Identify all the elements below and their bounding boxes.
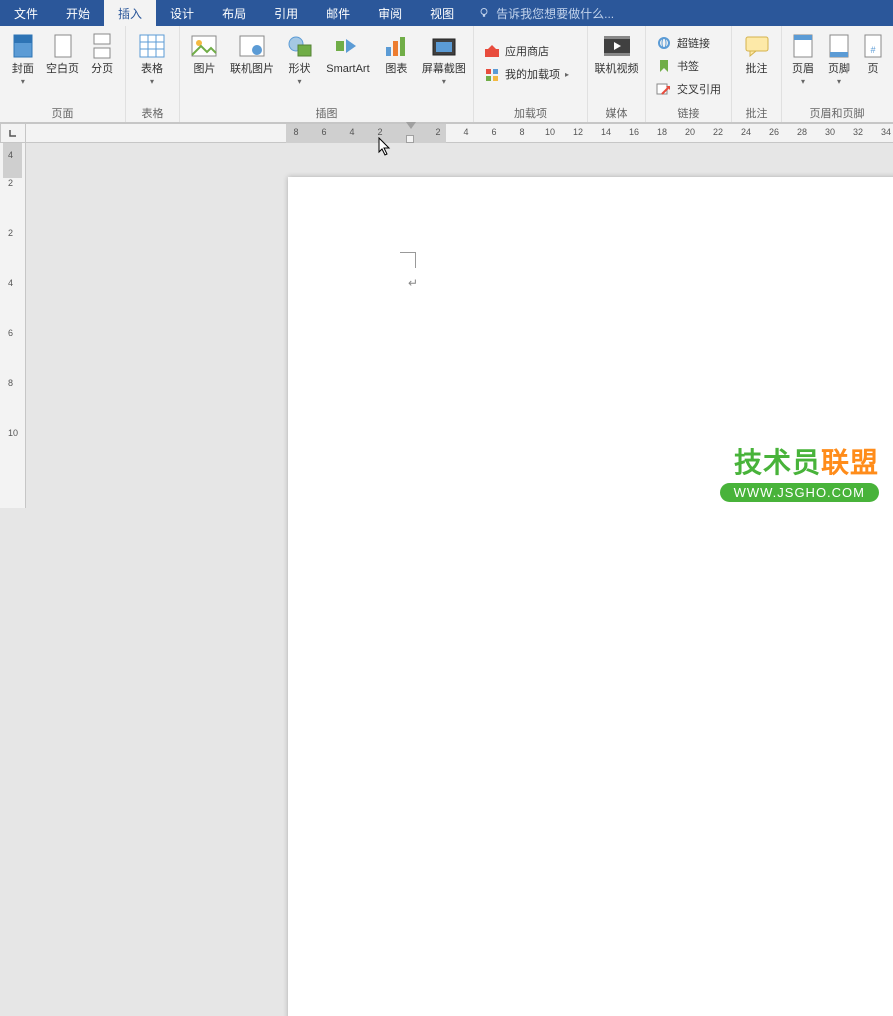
tab-layout[interactable]: 布局 <box>208 0 260 26</box>
hyperlink-icon <box>656 35 672 51</box>
tell-me-placeholder: 告诉我您想要做什么... <box>496 5 614 22</box>
bookmark-button[interactable]: 书签 <box>652 55 725 77</box>
addins-icon <box>484 66 500 82</box>
pictures-icon <box>190 32 218 60</box>
tab-references[interactable]: 引用 <box>260 0 312 26</box>
group-links-label: 链接 <box>646 105 731 122</box>
online-pictures-icon <box>238 32 266 60</box>
tab-review[interactable]: 审阅 <box>364 0 416 26</box>
group-illustrations-label: 插图 <box>180 105 473 122</box>
margin-corner-marker <box>400 252 416 268</box>
tab-design[interactable]: 设计 <box>156 0 208 26</box>
cross-ref-icon <box>656 81 672 97</box>
page-break-button[interactable]: 分页 <box>85 30 119 76</box>
cover-page-button[interactable]: 封面▾ <box>6 30 40 85</box>
screenshot-icon <box>430 32 458 60</box>
ribbon: 封面▾ 空白页 分页 页面 表格▾ 表格 图片 <box>0 26 893 123</box>
page-number-icon: # <box>859 32 887 60</box>
group-tables-label: 表格 <box>126 105 179 122</box>
store-button[interactable]: 应用商店 <box>480 40 573 62</box>
shapes-icon <box>286 32 314 60</box>
table-button[interactable]: 表格▾ <box>132 30 172 85</box>
blank-page-icon <box>49 32 77 60</box>
page-break-icon <box>88 32 116 60</box>
footer-icon <box>825 32 853 60</box>
tab-bar: 文件 开始 插入 设计 布局 引用 邮件 审阅 视图 告诉我您想要做什么... <box>0 0 893 26</box>
video-icon <box>603 32 631 60</box>
chart-button[interactable]: 图表 <box>378 30 415 76</box>
hyperlink-button[interactable]: 超链接 <box>652 32 725 54</box>
tell-me[interactable]: 告诉我您想要做什么... <box>478 0 614 26</box>
online-pictures-button[interactable]: 联机图片 <box>229 30 275 76</box>
comment-icon <box>743 32 771 60</box>
paragraph-mark: ↵ <box>408 276 418 290</box>
tab-home[interactable]: 开始 <box>52 0 104 26</box>
group-media-label: 媒体 <box>588 105 645 122</box>
blank-page-button[interactable]: 空白页 <box>46 30 80 76</box>
cover-page-icon <box>9 32 37 60</box>
header-button[interactable]: 页眉▾ <box>788 30 818 85</box>
comment-button[interactable]: 批注 <box>738 30 775 76</box>
cross-reference-button[interactable]: 交叉引用 <box>652 78 725 100</box>
horizontal-ruler[interactable]: 8642246810121416182022242628303234 <box>26 123 893 143</box>
ruler-corner[interactable] <box>0 123 26 143</box>
table-icon <box>138 32 166 60</box>
screenshot-button[interactable]: 屏幕截图▾ <box>421 30 467 85</box>
lightbulb-icon <box>478 7 490 19</box>
tab-view[interactable]: 视图 <box>416 0 468 26</box>
online-video-button[interactable]: 联机视频 <box>594 30 639 76</box>
footer-button[interactable]: 页脚▾ <box>824 30 854 85</box>
group-comments-label: 批注 <box>732 105 781 122</box>
chart-icon <box>382 32 410 60</box>
group-headerfooter-label: 页眉和页脚 <box>782 105 892 122</box>
tab-mailings[interactable]: 邮件 <box>312 0 364 26</box>
page-number-button[interactable]: # 页 <box>860 30 886 76</box>
shapes-button[interactable]: 形状▾ <box>281 30 318 85</box>
header-icon <box>789 32 817 60</box>
smartart-button[interactable]: SmartArt <box>324 30 372 76</box>
page[interactable]: ↵ <box>288 177 893 1016</box>
bookmark-icon <box>656 58 672 74</box>
tab-file[interactable]: 文件 <box>0 0 52 26</box>
tab-insert[interactable]: 插入 <box>104 0 156 26</box>
pictures-button[interactable]: 图片 <box>186 30 223 76</box>
watermark: 技术员联盟 WWW.JSGHO.COM <box>720 441 879 502</box>
group-pages-label: 页面 <box>0 105 125 122</box>
my-addins-button[interactable]: 我的加载项 ▸ <box>480 63 573 85</box>
group-addins-label: 加载项 <box>474 105 587 122</box>
smartart-icon <box>334 32 362 60</box>
vertical-ruler[interactable]: 42246810 <box>0 143 26 508</box>
store-icon <box>484 43 500 59</box>
svg-text:#: # <box>870 45 875 55</box>
tab-stop-icon <box>8 128 18 138</box>
